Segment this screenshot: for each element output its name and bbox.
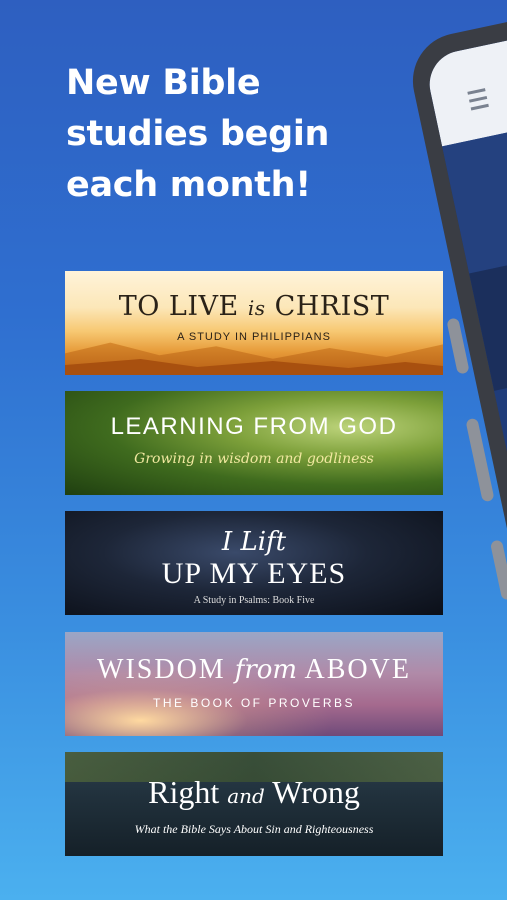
study-title: TO LIVE is CHRIST <box>118 291 390 322</box>
study-subtitle: What the Bible Says About Sin and Righte… <box>134 822 374 836</box>
study-title: WISDOM from ABOVE <box>97 654 411 685</box>
study-title: UP MY EYES <box>161 557 347 590</box>
headline-line: studies begin <box>66 114 330 154</box>
study-subtitle: THE BOOK OF PROVERBS <box>152 696 356 710</box>
study-title: Right and Wrong <box>148 774 360 810</box>
headline-line: each month! <box>66 165 311 205</box>
app-top-bar <box>423 28 507 147</box>
study-banner-wisdom-from-above[interactable]: WISDOM from ABOVE THE BOOK OF PROVERBS <box>65 632 443 736</box>
study-title: LEARNING FROM GOD <box>110 413 398 440</box>
study-subtitle: A STUDY IN PHILIPPIANS <box>177 331 331 343</box>
study-banner-learning-from-god[interactable]: LEARNING FROM GOD Growing in wisdom and … <box>65 391 443 495</box>
study-subtitle: A Study in Psalms: Book Five <box>193 595 315 606</box>
headline-line: New Bible <box>66 63 261 103</box>
study-banner-i-lift-up-my-eyes[interactable]: I Lift UP MY EYES A Study in Psalms: Boo… <box>65 511 443 615</box>
study-banner-to-live-is-christ[interactable]: TO LIVE is CHRIST A STUDY IN PHILIPPIANS <box>65 271 443 375</box>
phone-side-button <box>489 539 507 601</box>
study-title-script: I Lift <box>221 527 287 557</box>
promo-headline: New Bible studies begin each month! <box>66 58 396 211</box>
study-banner-right-and-wrong[interactable]: Right and Wrong What the Bible Says Abou… <box>65 752 443 856</box>
study-subtitle: Growing in wisdom and godliness <box>134 451 374 467</box>
